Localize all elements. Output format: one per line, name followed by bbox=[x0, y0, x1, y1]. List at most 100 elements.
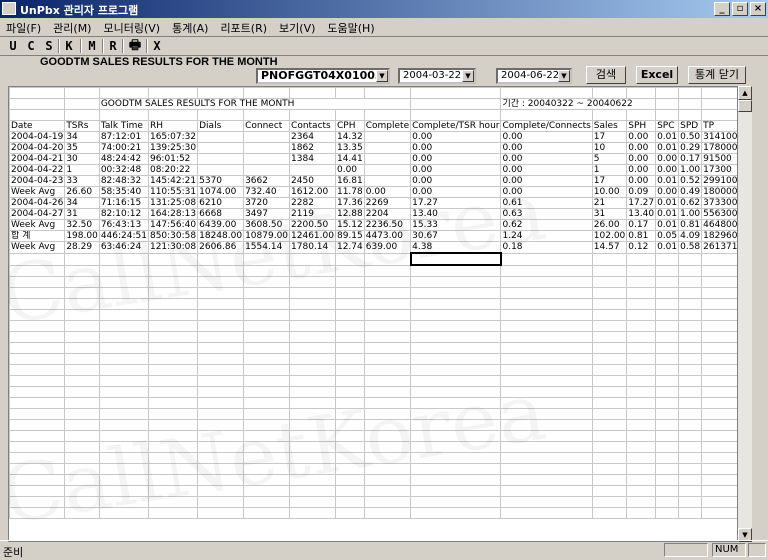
selected-cell[interactable] bbox=[409, 252, 502, 266]
toolbar-c-button[interactable]: C bbox=[24, 38, 38, 54]
empty-cell bbox=[334, 364, 365, 376]
toolbar-s-button[interactable]: S bbox=[42, 38, 56, 54]
excel-button[interactable]: Excel bbox=[636, 66, 678, 84]
table-cell: 1829600 bbox=[701, 230, 737, 242]
campaign-value: PNOFGGT04X01005 bbox=[261, 69, 383, 82]
empty-cell bbox=[334, 276, 365, 288]
empty-cell bbox=[289, 364, 336, 376]
empty-cell bbox=[678, 98, 703, 110]
table-cell: 17 bbox=[591, 175, 628, 187]
table-cell: 2004-04-26 bbox=[9, 197, 66, 209]
scroll-up-icon[interactable]: ▲ bbox=[738, 86, 752, 100]
table-cell: 446:24:51 bbox=[98, 230, 149, 242]
menu-manage[interactable]: 관리(M) bbox=[47, 18, 97, 36]
table-cell: 82:10:12 bbox=[98, 208, 149, 220]
toolbar-separator bbox=[122, 39, 124, 53]
menu-statistics[interactable]: 통계(A) bbox=[166, 18, 214, 36]
empty-cell bbox=[500, 264, 593, 277]
empty-row bbox=[9, 309, 737, 321]
empty-cell bbox=[701, 98, 737, 110]
chevron-down-icon[interactable]: ▼ bbox=[558, 70, 570, 82]
table-cell: 0.00 bbox=[363, 186, 412, 198]
column-header: Complete/Connects bbox=[500, 120, 593, 132]
close-button[interactable]: × bbox=[750, 2, 766, 16]
print-icon[interactable]: 🖶 bbox=[126, 38, 144, 54]
empty-cell bbox=[98, 419, 149, 431]
restore-button[interactable]: ▫ bbox=[732, 2, 748, 16]
empty-cell bbox=[591, 430, 628, 442]
menu-report[interactable]: 리포트(R) bbox=[214, 18, 273, 36]
toolbar-k-button[interactable]: K bbox=[62, 38, 76, 54]
empty-cell bbox=[147, 320, 199, 332]
empty-cell bbox=[363, 419, 412, 431]
minimize-button[interactable]: _ bbox=[714, 2, 730, 16]
status-pane-empty bbox=[664, 543, 708, 557]
table-cell: 1554.14 bbox=[243, 241, 291, 254]
empty-cell bbox=[655, 353, 680, 365]
date-to-select[interactable]: 2004-06-22 ▼ bbox=[496, 68, 572, 84]
column-header: Sales bbox=[591, 120, 628, 132]
scroll-thumb[interactable] bbox=[738, 100, 752, 112]
toolbar-u-button[interactable]: U bbox=[6, 38, 20, 54]
empty-cell bbox=[701, 397, 737, 409]
empty-cell bbox=[147, 264, 199, 277]
table-cell bbox=[197, 153, 245, 165]
campaign-select[interactable]: PNOFGGT04X01005 ▼ bbox=[256, 68, 390, 84]
menu-monitoring[interactable]: 모니터링(V) bbox=[97, 18, 166, 36]
menu-view[interactable]: 보기(V) bbox=[273, 18, 321, 36]
toolbar-x-button[interactable]: X bbox=[150, 38, 164, 54]
menu-file[interactable]: 파일(F) bbox=[0, 18, 47, 36]
table-cell: 합 계 bbox=[9, 230, 66, 242]
table-cell: 0.01 bbox=[655, 241, 680, 254]
toolbar-r-button[interactable]: R bbox=[106, 38, 120, 54]
empty-cell bbox=[363, 485, 412, 497]
report-grid[interactable]: CallNetKorea CallNetKorea GOODTM SALES R… bbox=[8, 86, 738, 542]
empty-cell bbox=[363, 507, 412, 519]
chevron-down-icon[interactable]: ▼ bbox=[376, 70, 388, 82]
column-header: Date bbox=[9, 120, 66, 132]
table-cell bbox=[243, 142, 291, 154]
empty-cell bbox=[410, 342, 502, 354]
column-header: RH bbox=[147, 120, 199, 132]
empty-cell bbox=[289, 276, 336, 288]
empty-cell bbox=[626, 364, 657, 376]
grid-title-cell: GOODTM SALES RESULTS FOR THE MONTH bbox=[98, 98, 412, 110]
empty-cell bbox=[678, 353, 703, 365]
empty-cell bbox=[9, 87, 66, 99]
status-num: NUM bbox=[712, 543, 746, 557]
vertical-scrollbar[interactable]: ▲ ▼ bbox=[738, 86, 752, 542]
table-cell: 08:20:22 bbox=[147, 164, 199, 176]
blank-row bbox=[9, 109, 737, 121]
table-cell: 0.01 bbox=[655, 131, 680, 143]
empty-cell bbox=[243, 331, 291, 343]
empty-cell bbox=[500, 430, 593, 442]
empty-cell bbox=[678, 441, 703, 453]
empty-cell bbox=[98, 375, 149, 387]
empty-cell bbox=[678, 109, 703, 121]
table-row: 2004-04-27 31 82:10:12 164:28:13 6668 3497 211… bbox=[9, 208, 737, 220]
table-cell: 732.40 bbox=[243, 186, 291, 198]
menu-help[interactable]: 도움말(H) bbox=[321, 18, 380, 36]
empty-cell bbox=[9, 331, 66, 343]
empty-row bbox=[9, 496, 737, 508]
toolbar-separator bbox=[80, 39, 82, 53]
search-button[interactable]: 검색 bbox=[586, 66, 626, 84]
empty-cell bbox=[197, 452, 245, 464]
empty-cell bbox=[701, 485, 737, 497]
empty-cell bbox=[9, 320, 66, 332]
table-cell: 28.29 bbox=[64, 241, 100, 254]
toolbar-m-button[interactable]: M bbox=[84, 38, 100, 54]
empty-cell bbox=[363, 408, 412, 420]
table-cell bbox=[243, 131, 291, 143]
table-cell: 74:00:21 bbox=[98, 142, 149, 154]
chevron-down-icon[interactable]: ▼ bbox=[462, 70, 474, 82]
empty-cell bbox=[678, 496, 703, 508]
empty-cell bbox=[9, 98, 66, 110]
empty-cell bbox=[410, 375, 502, 387]
close-stats-button[interactable]: 통계 닫기 bbox=[688, 66, 746, 84]
date-from-select[interactable]: 2004-03-22 ▼ bbox=[398, 68, 476, 84]
empty-cell bbox=[701, 353, 737, 365]
table-cell: 2364 bbox=[289, 131, 336, 143]
table-cell bbox=[289, 164, 336, 176]
empty-cell bbox=[64, 386, 100, 398]
